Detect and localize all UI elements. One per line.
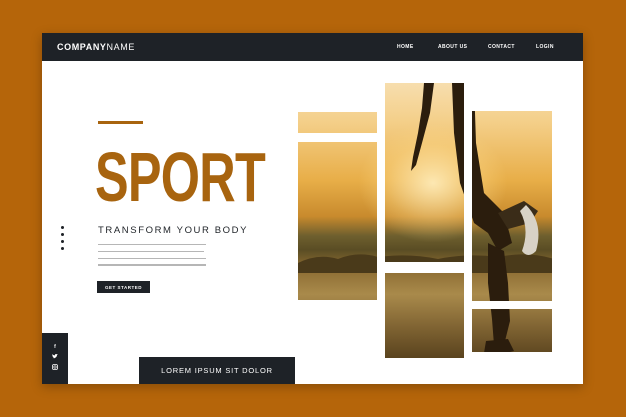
body-text-placeholder [98, 244, 208, 271]
twitter-icon[interactable] [42, 354, 68, 361]
slide-indicator [61, 226, 65, 254]
brand-name-bold: COMPANY [57, 42, 107, 52]
top-navbar: COMPANYNAME HOME ABOUT US CONTACT LOGIN [42, 33, 583, 61]
slide-dot[interactable] [61, 246, 65, 251]
text-line [98, 264, 206, 266]
photo-panel-right-bottom [472, 309, 552, 352]
photo-panel-center-bottom [385, 273, 464, 358]
slide-dot[interactable] [61, 226, 65, 230]
photo-panel-top-left [298, 112, 377, 133]
brand-name-light: NAME [106, 42, 135, 52]
photo-panel-right [472, 111, 552, 301]
bottom-banner: LOREM IPSUM SIT DOLOR [139, 357, 295, 384]
nav-home[interactable]: HOME [397, 44, 414, 50]
hero-title: SPORT [95, 138, 266, 216]
get-started-button[interactable]: GET STARTED [97, 281, 150, 293]
landing-page: COMPANYNAME HOME ABOUT US CONTACT LOGIN … [42, 33, 583, 384]
slide-dot[interactable] [61, 239, 65, 244]
facebook-icon[interactable]: f [42, 344, 68, 350]
photo-panel-center [385, 83, 464, 262]
nav-contact[interactable]: CONTACT [488, 44, 515, 50]
slide-dot[interactable] [61, 232, 65, 237]
text-line [98, 257, 206, 259]
brand-logo[interactable]: COMPANYNAME [57, 42, 135, 52]
nav-about-us[interactable]: ABOUT US [438, 44, 467, 50]
instagram-icon[interactable] [42, 364, 68, 372]
nav-login[interactable]: LOGIN [536, 44, 554, 50]
text-line [98, 244, 206, 246]
text-line [98, 250, 204, 253]
accent-bar [98, 121, 143, 124]
hero-subtitle: TRANSFORM YOUR BODY [98, 225, 249, 236]
social-bar: f [42, 333, 68, 384]
photo-panel-left [298, 142, 377, 300]
